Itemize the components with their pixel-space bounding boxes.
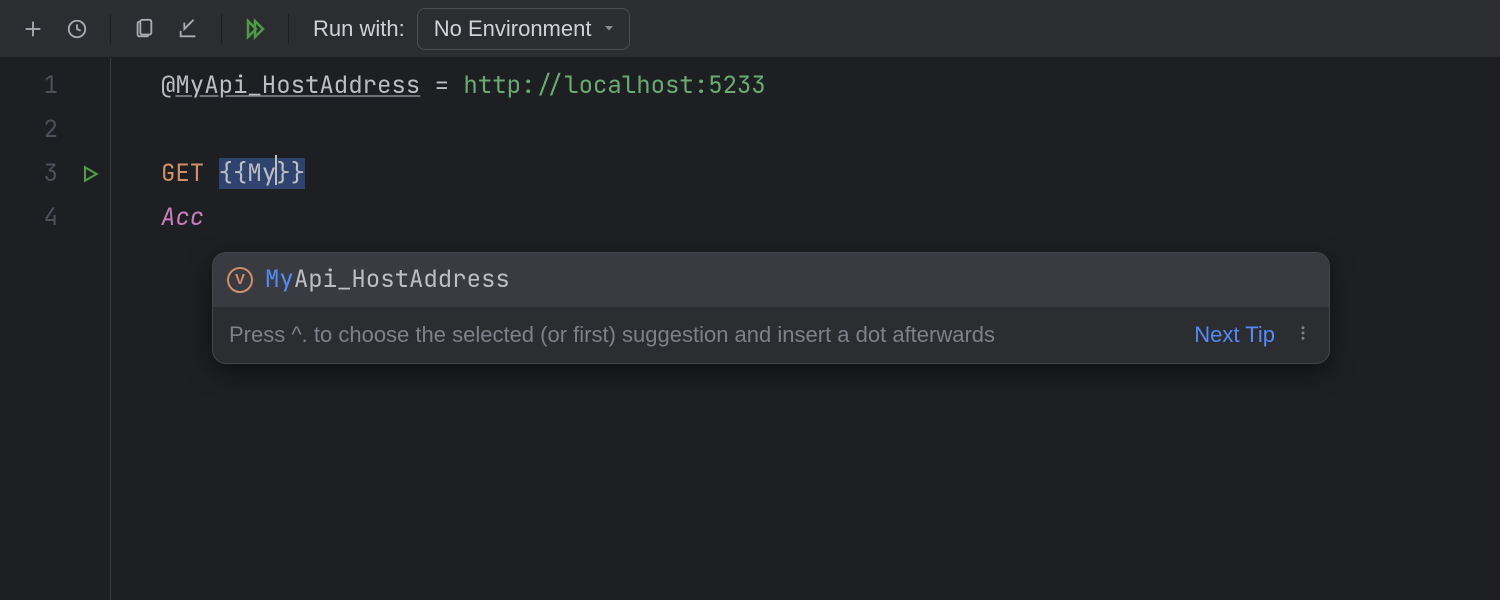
line-number: 3 — [0, 152, 70, 196]
next-tip-link[interactable]: Next Tip — [1194, 313, 1275, 357]
line-number: 4 — [0, 196, 70, 240]
run-with-label: Run with: — [313, 16, 405, 42]
variable-icon: V — [227, 267, 253, 293]
code-line[interactable]: Acc — [161, 196, 1500, 240]
gutter-icons — [70, 58, 110, 600]
examples-button[interactable] — [125, 10, 163, 48]
import-button[interactable] — [169, 10, 207, 48]
toolbar: Run with: No Environment — [0, 0, 1500, 58]
history-button[interactable] — [58, 10, 96, 48]
completion-popup: V MyApi_HostAddress Press ^. to choose t… — [212, 252, 1330, 364]
environment-value: No Environment — [434, 16, 592, 42]
environment-select[interactable]: No Environment — [417, 8, 631, 50]
completion-item[interactable]: V MyApi_HostAddress — [213, 253, 1329, 307]
code-editor[interactable]: 1 2 3 4 @MyApi_HostAddress = http://loca… — [0, 58, 1500, 600]
toolbar-separator — [110, 14, 111, 44]
add-button[interactable] — [14, 10, 52, 48]
more-icon[interactable] — [1291, 313, 1315, 357]
completion-label: MyApi_HostAddress — [265, 258, 510, 302]
code-line[interactable] — [161, 108, 1500, 152]
completion-tip-bar: Press ^. to choose the selected (or firs… — [213, 307, 1329, 363]
line-number-gutter: 1 2 3 4 — [0, 58, 70, 600]
run-all-button[interactable] — [236, 10, 274, 48]
code-line[interactable]: GET {{My}} — [161, 152, 1500, 196]
toolbar-separator — [221, 14, 222, 44]
code-line[interactable]: @MyApi_HostAddress = http://localhost:52… — [161, 64, 1500, 108]
run-line-icon[interactable] — [70, 152, 110, 196]
completion-tip-text: Press ^. to choose the selected (or firs… — [229, 313, 1178, 357]
chevron-down-icon — [601, 16, 617, 42]
toolbar-separator — [288, 14, 289, 44]
line-number: 1 — [0, 64, 70, 108]
line-number: 2 — [0, 108, 70, 152]
